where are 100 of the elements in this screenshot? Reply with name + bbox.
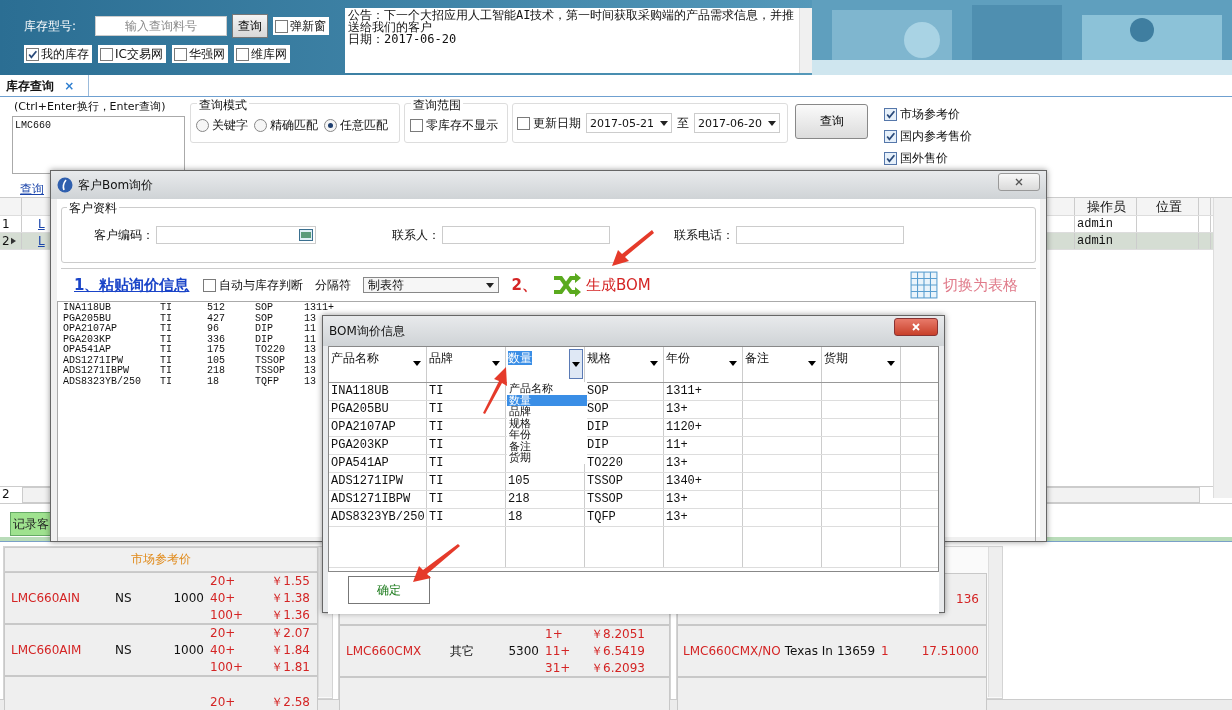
checkbox[interactable] xyxy=(203,278,217,292)
group-title: 客户资料 xyxy=(67,200,119,217)
pasted-text: 13 xyxy=(304,376,316,387)
pasted-text: TO220 xyxy=(255,345,286,356)
caret-icon[interactable] xyxy=(572,361,580,367)
price-option[interactable]: 国外售价 xyxy=(884,150,972,167)
scrollbar[interactable] xyxy=(799,8,812,73)
table-cell: OPA2107AP xyxy=(329,419,427,436)
generate-bom-button[interactable]: 生成BOM xyxy=(550,272,651,298)
source-option[interactable]: 维库网 xyxy=(233,45,290,63)
checkbox[interactable] xyxy=(173,47,187,61)
close-button[interactable] xyxy=(894,318,938,336)
query-button[interactable]: 查询 xyxy=(795,104,868,139)
input-field[interactable] xyxy=(736,226,904,244)
tier-quantity: 20+ xyxy=(210,624,236,642)
mode-radio-option[interactable]: 精确匹配 xyxy=(254,117,318,134)
dropdown-item[interactable]: 备注 xyxy=(507,440,587,452)
pasted-text: DIP xyxy=(255,334,274,345)
date-picker[interactable]: 2017-05-21 xyxy=(586,113,672,133)
checkbox[interactable] xyxy=(235,47,249,61)
radio-button[interactable] xyxy=(254,119,267,132)
paste-link[interactable]: 1、粘贴询价信息 xyxy=(74,275,190,295)
price-option[interactable]: 市场参考价 xyxy=(884,106,972,123)
dropdown-item[interactable]: 年份 xyxy=(507,429,587,441)
caret-icon xyxy=(413,361,421,366)
table-cell: admin xyxy=(1075,233,1137,249)
mode-radio-option[interactable]: 关键字 xyxy=(196,117,248,134)
popup-option[interactable]: 弹新窗 xyxy=(273,17,329,35)
price-option[interactable]: 国内参考售价 xyxy=(884,128,972,145)
pasted-text: PGA205BU xyxy=(63,313,112,324)
checkbox[interactable] xyxy=(26,47,39,61)
close-icon[interactable]: × xyxy=(64,79,75,93)
auto-check-option[interactable]: 自动与库存判断 xyxy=(203,276,304,294)
checkbox[interactable] xyxy=(410,119,423,132)
part-search-field[interactable]: 输入查询料号 xyxy=(95,16,227,36)
scrollbar[interactable] xyxy=(1213,198,1232,498)
pasted-text: TI xyxy=(160,313,173,324)
column-header[interactable]: 备注 xyxy=(743,347,822,382)
column-header[interactable]: 年份 xyxy=(664,347,743,382)
caret-icon xyxy=(808,361,816,366)
source-option[interactable]: 我的库存 xyxy=(24,45,92,63)
table-cell: 13+ xyxy=(664,509,743,526)
close-icon[interactable] xyxy=(1014,177,1024,187)
part-link[interactable]: L xyxy=(38,217,45,231)
column-header[interactable]: 货期 xyxy=(822,347,901,382)
input-field[interactable] xyxy=(156,226,316,244)
caret-icon xyxy=(486,282,495,288)
source-option[interactable]: 华强网 xyxy=(171,45,228,63)
pasted-text: SOP xyxy=(255,303,274,314)
zero-stock-option[interactable]: 零库存不显示 xyxy=(410,117,498,134)
update-date-option[interactable]: 更新日期 xyxy=(517,114,581,132)
radio-button[interactable] xyxy=(324,119,337,132)
input-field[interactable] xyxy=(442,226,610,244)
table-cell: 18 xyxy=(506,509,585,526)
scrollbar[interactable] xyxy=(988,547,1002,697)
checkbox[interactable] xyxy=(884,130,897,143)
tier-price: ￥8.2051 xyxy=(591,625,645,643)
dropdown-button[interactable] xyxy=(569,349,583,379)
pasted-text: 13 xyxy=(304,355,316,366)
search-button[interactable]: 查询 xyxy=(232,14,268,38)
part-link[interactable]: L xyxy=(38,234,45,248)
separator-select[interactable]: 制表符 xyxy=(363,277,500,293)
column-header[interactable]: 产品名称 xyxy=(329,347,427,382)
pasted-text: 512 xyxy=(207,303,226,314)
pasted-text: TI xyxy=(160,345,173,356)
quantity-text: 1000 xyxy=(172,643,204,657)
notice-text: 公告：下一个大招应用人工智能AI技术，第一时间获取采购端的产品需求信息，并推送给我们的客户 xyxy=(348,9,796,33)
table-cell: TSSOP xyxy=(585,473,664,490)
column-header[interactable]: 操作员 xyxy=(1075,198,1137,215)
radio-button[interactable] xyxy=(196,119,209,132)
checkbox[interactable] xyxy=(884,152,897,165)
pasted-text: ADS1271IBPW xyxy=(63,366,130,376)
column-header[interactable]: 位置 xyxy=(1137,198,1199,215)
checkbox[interactable] xyxy=(517,116,530,130)
checkbox[interactable] xyxy=(100,47,113,61)
source-option[interactable]: IC交易网 xyxy=(98,45,166,63)
brand-text: Texas In xyxy=(784,644,833,658)
checkbox[interactable] xyxy=(275,19,288,33)
history-link[interactable]: 查询 xyxy=(20,181,44,198)
app-icon xyxy=(57,177,73,193)
table-cell: TI xyxy=(427,419,506,436)
field-label: 联系电话： xyxy=(673,226,734,244)
part-name: LMC660AIM xyxy=(10,643,83,657)
tier-price: ￥1.36 xyxy=(271,606,310,624)
part-name: LMC660CMX xyxy=(345,644,423,658)
dropdown-item[interactable]: 货期 xyxy=(507,452,587,464)
separator-label: 分隔符 xyxy=(315,276,352,294)
pasted-text: 218 xyxy=(207,366,226,377)
dropdown-item[interactable]: 规格 xyxy=(507,417,587,429)
mode-radio-option[interactable]: 任意匹配 xyxy=(324,117,388,134)
record-button[interactable]: 记录客 xyxy=(10,512,52,536)
pasted-text: OPA2107AP xyxy=(63,324,118,335)
caret-icon xyxy=(660,120,668,126)
table-cell: ADS1271IPW xyxy=(329,473,427,490)
checkbox[interactable] xyxy=(884,108,897,121)
caret-icon xyxy=(729,361,737,366)
confirm-button[interactable]: 确定 xyxy=(348,576,430,604)
column-header[interactable]: 规格 xyxy=(585,347,664,382)
pasted-text: TSSOP xyxy=(255,355,286,366)
date-picker[interactable]: 2017-06-20 xyxy=(694,113,780,133)
